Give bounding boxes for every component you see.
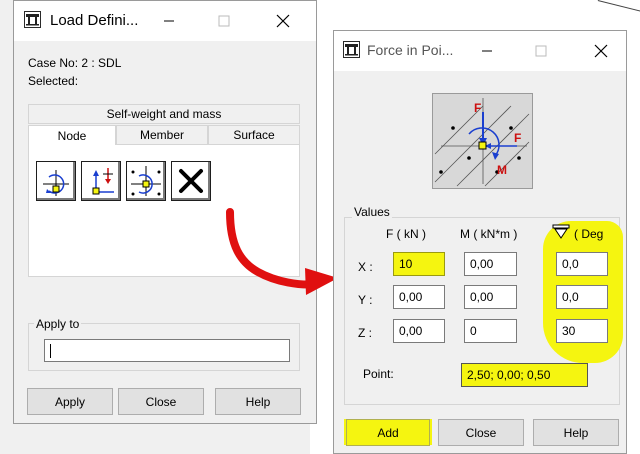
- window-title: Load Defini...: [50, 12, 139, 29]
- tab-node-label: Node: [57, 129, 87, 143]
- tab-member-label: Member: [139, 128, 184, 142]
- point-label: Point:: [363, 367, 394, 381]
- help-button[interactable]: Help: [533, 419, 619, 446]
- point-input[interactable]: 2,50; 0,00; 0,50: [461, 363, 588, 387]
- force-titlebar[interactable]: Force in Poi...: [334, 31, 626, 71]
- nodal-moment-icon[interactable]: [36, 161, 76, 201]
- maximize-button[interactable]: [528, 38, 554, 64]
- self-weight-label: Self-weight and mass: [106, 107, 222, 121]
- row-z-label: Z :: [358, 326, 372, 340]
- close-icon[interactable]: [270, 8, 296, 34]
- deg-direction-icon: [552, 224, 570, 243]
- load-definition-window: Load Defini... Case No: 2 : SDL Selected…: [13, 0, 317, 424]
- delete-load-icon[interactable]: [171, 161, 211, 201]
- column-moment-label: M ( kN*m ): [460, 227, 518, 241]
- load-definition-titlebar[interactable]: Load Defini...: [14, 1, 316, 41]
- moment-y-input[interactable]: 0,00: [464, 285, 517, 309]
- moment-x-input[interactable]: 0,00: [464, 252, 517, 276]
- app-icon: [24, 11, 41, 28]
- close-button[interactable]: Close: [118, 388, 204, 415]
- apply-button[interactable]: Apply: [27, 388, 113, 415]
- values-group-label: Values: [352, 205, 392, 219]
- nodal-force-icon[interactable]: [81, 161, 121, 201]
- diagram-force-top-label: F: [474, 101, 481, 115]
- force-z-input[interactable]: 0,00: [393, 319, 445, 343]
- close-button[interactable]: Close: [438, 419, 524, 446]
- selected-label: Selected:: [28, 74, 79, 88]
- minimize-button[interactable]: [474, 38, 500, 64]
- tab-node[interactable]: Node: [28, 125, 116, 146]
- help-button[interactable]: Help: [215, 388, 301, 415]
- app-icon: [343, 41, 360, 58]
- tab-member[interactable]: Member: [116, 125, 208, 145]
- deg-z-input[interactable]: 30: [556, 319, 608, 343]
- force-diagram: F F M: [432, 93, 533, 189]
- tab-surface[interactable]: Surface: [208, 125, 300, 145]
- window-title: Force in Poi...: [367, 42, 454, 58]
- tab-surface-label: Surface: [233, 128, 275, 142]
- case-label: Case No: 2 : SDL: [28, 56, 122, 70]
- diagram-moment-label: M: [497, 163, 507, 177]
- apply-to-label: Apply to: [34, 317, 82, 331]
- row-y-label: Y :: [358, 293, 373, 307]
- add-button[interactable]: Add: [346, 419, 430, 446]
- deg-x-input[interactable]: 0,0: [556, 252, 608, 276]
- force-x-input[interactable]: 10: [393, 252, 445, 276]
- force-in-point-window: Force in Poi... F F M Values F (kN) M …: [333, 30, 627, 454]
- text-cursor: [50, 344, 51, 358]
- maximize-button[interactable]: [211, 8, 237, 34]
- row-x-label: X :: [358, 260, 373, 274]
- column-deg-label: ( Deg: [574, 227, 604, 241]
- self-weight-header: Self-weight and mass: [28, 104, 300, 124]
- apply-to-input[interactable]: [44, 339, 290, 362]
- force-in-point-icon[interactable]: [126, 161, 166, 201]
- moment-z-input[interactable]: 0: [464, 319, 517, 343]
- column-force-label: F ( kN ): [386, 227, 426, 241]
- deg-y-input[interactable]: 0,0: [556, 285, 608, 309]
- force-y-input[interactable]: 0,00: [393, 285, 445, 309]
- minimize-button[interactable]: [156, 8, 182, 34]
- diagram-force-right-label: F: [514, 131, 521, 145]
- close-icon[interactable]: [588, 38, 614, 64]
